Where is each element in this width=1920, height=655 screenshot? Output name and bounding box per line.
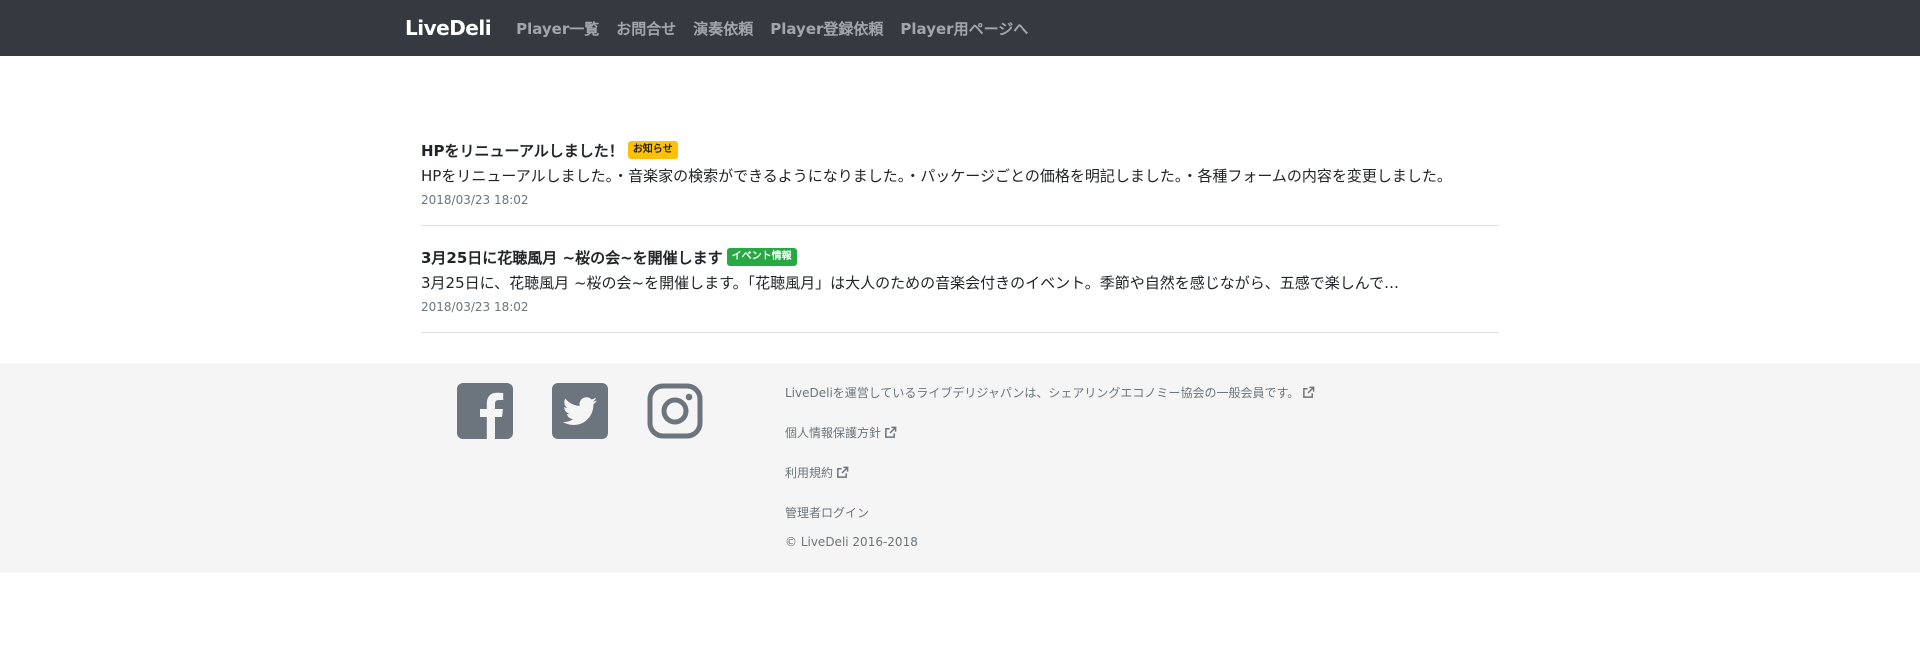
- nav-link-player-page[interactable]: Player用ページへ: [900, 18, 1028, 39]
- news-title-row: 3月25日に花聴風月 ~桜の会~を開催します イベント情報: [421, 245, 1499, 269]
- twitter-icon: [552, 383, 608, 439]
- news-date: 2018/03/23 18:02: [421, 193, 529, 207]
- category-badge: イベント情報: [726, 248, 797, 266]
- navbar: LiveDeli Player一覧 お問合せ 演奏依頼 Player登録依頼 P…: [0, 0, 1920, 56]
- nav-link-contact[interactable]: お問合せ: [616, 18, 676, 39]
- terms-of-use-link[interactable]: 利用規約: [785, 464, 1315, 480]
- nav-link-player-registration[interactable]: Player登録依頼: [770, 18, 883, 39]
- footer-link-label: 利用規約: [785, 465, 834, 480]
- news-title[interactable]: HPをリニューアルしました！: [421, 140, 624, 161]
- instagram-link[interactable]: [647, 383, 742, 439]
- external-link-icon: [1303, 386, 1315, 398]
- news-list: HPをリニューアルしました！ お知らせ HPをリニューアルしました。・音楽家の検…: [421, 130, 1499, 333]
- facebook-icon: [457, 383, 513, 439]
- news-summary: HPをリニューアルしました。・音楽家の検索ができるようになりました。・パッケージ…: [421, 167, 1452, 185]
- category-badge: お知らせ: [627, 141, 678, 159]
- news-item[interactable]: HPをリニューアルしました！ お知らせ HPをリニューアルしました。・音楽家の検…: [421, 130, 1499, 226]
- sharing-economy-link[interactable]: LiveDeliを運営しているライブデリジャパンは、シェアリングエコノミー協会の…: [785, 384, 1315, 400]
- admin-login-link[interactable]: 管理者ログイン: [785, 504, 1315, 520]
- footer-link-label: LiveDeliを運営しているライブデリジャパンは、シェアリングエコノミー協会の…: [785, 385, 1300, 400]
- news-item[interactable]: 3月25日に花聴風月 ~桜の会~を開催します イベント情報 3月25日に、花聴風…: [421, 226, 1499, 333]
- nav-link-performance-request[interactable]: 演奏依頼: [693, 18, 753, 39]
- instagram-icon: [647, 383, 703, 439]
- footer-link-label: 個人情報保護方針: [785, 425, 882, 440]
- news-title-row: HPをリニューアルしました！ お知らせ: [421, 138, 1499, 162]
- footer: LiveDeliを運営しているライブデリジャパンは、シェアリングエコノミー協会の…: [0, 363, 1920, 573]
- news-summary: 3月25日に、花聴風月 ~桜の会~を開催します。「花聴風月」は大人のための音楽会…: [421, 274, 1400, 292]
- social-links: [457, 383, 742, 439]
- navbar-content: LiveDeli Player一覧 お問合せ 演奏依頼 Player登録依頼 P…: [405, 0, 1045, 56]
- facebook-link[interactable]: [457, 383, 552, 439]
- brand-logo[interactable]: LiveDeli: [405, 16, 492, 40]
- twitter-link[interactable]: [552, 383, 647, 439]
- privacy-policy-link[interactable]: 個人情報保護方針: [785, 424, 1315, 440]
- external-link-icon: [885, 426, 897, 438]
- copyright: © LiveDeli 2016-2018: [785, 535, 918, 549]
- news-date: 2018/03/23 18:02: [421, 300, 529, 314]
- footer-links: LiveDeliを運営しているライブデリジャパンは、シェアリングエコノミー協会の…: [785, 384, 1315, 550]
- external-link-icon: [837, 466, 849, 478]
- news-title[interactable]: 3月25日に花聴風月 ~桜の会~を開催します: [421, 247, 723, 268]
- nav-link-player-list[interactable]: Player一覧: [516, 18, 599, 39]
